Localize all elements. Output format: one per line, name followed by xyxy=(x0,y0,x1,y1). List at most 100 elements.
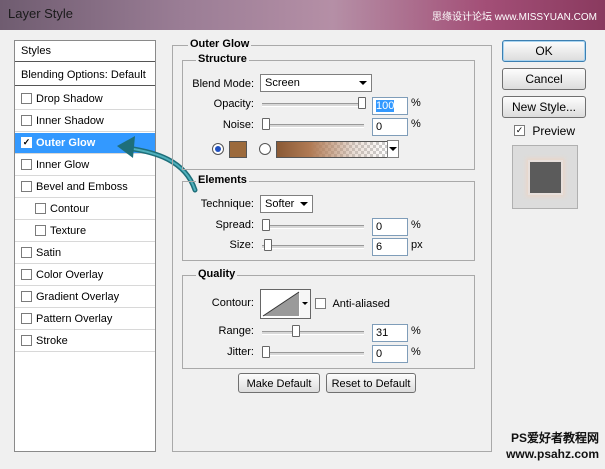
checkbox-icon[interactable] xyxy=(21,180,32,192)
preview-checkbox[interactable]: ✓ Preview xyxy=(514,124,575,138)
range-slider-track[interactable] xyxy=(262,331,364,335)
noise-slider-thumb[interactable] xyxy=(262,118,270,130)
style-item-gradient-overlay[interactable]: Gradient Overlay xyxy=(15,287,155,308)
contour-dropdown[interactable] xyxy=(300,289,311,319)
checkbox-icon: ✓ xyxy=(514,125,525,137)
blend-mode-label: Blend Mode: xyxy=(192,78,254,90)
solid-color-radio[interactable] xyxy=(212,143,224,155)
anti-aliased-checkbox[interactable]: Anti-aliased xyxy=(315,297,390,310)
watermark-line2: www.psahz.com xyxy=(506,447,599,461)
jitter-slider-track[interactable] xyxy=(262,352,364,356)
contour-label: Contour: xyxy=(211,297,254,309)
checkbox-icon[interactable] xyxy=(35,224,46,236)
blend-mode-select[interactable]: Screen xyxy=(260,74,372,92)
new-style-button[interactable]: New Style... xyxy=(502,96,586,118)
technique-value: Softer xyxy=(265,198,295,210)
opacity-label: Opacity: xyxy=(213,98,254,110)
style-item-inner-shadow[interactable]: Inner Shadow xyxy=(15,111,155,132)
size-label: Size: xyxy=(229,239,254,251)
blend-mode-value: Screen xyxy=(265,77,300,89)
spread-input[interactable]: 0 xyxy=(372,218,408,236)
watermark: PS爱好者教程网 www.psahz.com xyxy=(506,430,599,462)
style-item-label: Color Overlay xyxy=(36,269,104,281)
noise-input[interactable]: 0 xyxy=(372,118,408,136)
style-item-drop-shadow[interactable]: Drop Shadow xyxy=(15,89,155,110)
noise-label: Noise: xyxy=(222,119,254,131)
checkbox-icon xyxy=(315,297,326,309)
technique-label: Technique: xyxy=(200,198,254,210)
anti-aliased-label: Anti-aliased xyxy=(332,298,390,310)
gradient-radio[interactable] xyxy=(259,143,271,155)
spread-label: Spread: xyxy=(215,219,254,231)
checkbox-icon[interactable] xyxy=(21,334,32,346)
checkbox-icon[interactable] xyxy=(21,268,32,280)
contour-picker[interactable] xyxy=(260,289,302,319)
glow-gradient-picker[interactable] xyxy=(276,141,388,158)
structure-title: Structure xyxy=(196,53,249,65)
blending-options-item[interactable]: Blending Options: Default xyxy=(15,65,155,86)
style-item-label: Contour xyxy=(50,203,90,215)
window-title: Layer Style xyxy=(8,6,74,21)
noise-unit: % xyxy=(411,118,421,130)
opacity-slider-track[interactable] xyxy=(262,103,364,107)
style-item-texture[interactable]: Texture xyxy=(15,221,155,242)
opacity-input[interactable]: 100 xyxy=(372,97,408,115)
quality-title: Quality xyxy=(196,268,238,280)
checkbox-icon[interactable] xyxy=(21,290,32,302)
checkbox-icon[interactable] xyxy=(35,202,46,214)
style-item-color-overlay[interactable]: Color Overlay xyxy=(15,265,155,286)
opacity-slider-thumb[interactable] xyxy=(358,97,366,109)
range-input[interactable]: 31 xyxy=(372,324,408,342)
chevron-down-icon xyxy=(359,81,367,85)
jitter-input[interactable]: 0 xyxy=(372,345,408,363)
ok-button[interactable]: OK xyxy=(502,40,586,62)
watermark-line1: PS爱好者教程网 xyxy=(510,431,599,445)
spread-slider-track[interactable] xyxy=(262,225,364,229)
style-item-label: Satin xyxy=(36,247,62,259)
checkbox-icon[interactable] xyxy=(21,114,32,126)
noise-slider-track[interactable] xyxy=(262,124,364,128)
style-item-satin[interactable]: Satin xyxy=(15,243,155,264)
range-unit: % xyxy=(411,325,421,337)
style-item-label: Texture xyxy=(50,225,87,237)
cancel-button[interactable]: Cancel xyxy=(502,68,586,90)
style-item-label: Stroke xyxy=(36,335,68,347)
style-item-label: Inner Glow xyxy=(36,159,90,171)
range-slider-thumb[interactable] xyxy=(291,325,300,337)
preview-label: Preview xyxy=(532,124,576,138)
technique-select[interactable]: Softer xyxy=(260,195,313,213)
preview-thumbnail xyxy=(528,160,563,195)
glow-color-swatch[interactable] xyxy=(229,141,247,158)
spread-slider-thumb[interactable] xyxy=(262,219,270,231)
style-item-label: Inner Shadow xyxy=(36,115,104,127)
style-item-label: Pattern Overlay xyxy=(36,313,113,325)
style-item-stroke[interactable]: Stroke xyxy=(15,331,155,352)
elements-title: Elements xyxy=(196,174,249,186)
checkbox-icon[interactable]: ✓ xyxy=(21,136,32,148)
checkbox-icon[interactable] xyxy=(21,92,32,104)
gradient-dropdown[interactable] xyxy=(387,140,399,158)
jitter-unit: % xyxy=(411,346,421,358)
size-unit: px xyxy=(411,239,423,251)
size-input[interactable]: 6 xyxy=(372,238,408,256)
chevron-down-icon xyxy=(389,147,397,151)
chevron-down-icon xyxy=(300,202,308,206)
size-slider-track[interactable] xyxy=(262,245,364,249)
contour-curve-icon xyxy=(262,291,300,317)
jitter-label: Jitter: xyxy=(227,346,254,358)
style-item-pattern-overlay[interactable]: Pattern Overlay xyxy=(15,309,155,330)
spread-unit: % xyxy=(411,219,421,231)
checkbox-icon[interactable] xyxy=(21,246,32,258)
title-bar: Layer Style 思缘设计论坛 www.MISSYUAN.COM xyxy=(0,0,605,30)
site-watermark: 思缘设计论坛 www.MISSYUAN.COM xyxy=(431,12,597,23)
reset-to-default-button[interactable]: Reset to Default xyxy=(326,373,416,393)
range-label: Range: xyxy=(218,325,254,337)
checkbox-icon[interactable] xyxy=(21,312,32,324)
outer-glow-title: Outer Glow xyxy=(188,38,252,50)
make-default-button[interactable]: Make Default xyxy=(238,373,320,393)
style-item-contour[interactable]: Contour xyxy=(15,199,155,220)
checkbox-icon[interactable] xyxy=(21,158,32,170)
jitter-slider-thumb[interactable] xyxy=(262,346,270,358)
size-slider-thumb[interactable] xyxy=(264,239,273,251)
styles-header[interactable]: Styles xyxy=(15,41,155,62)
